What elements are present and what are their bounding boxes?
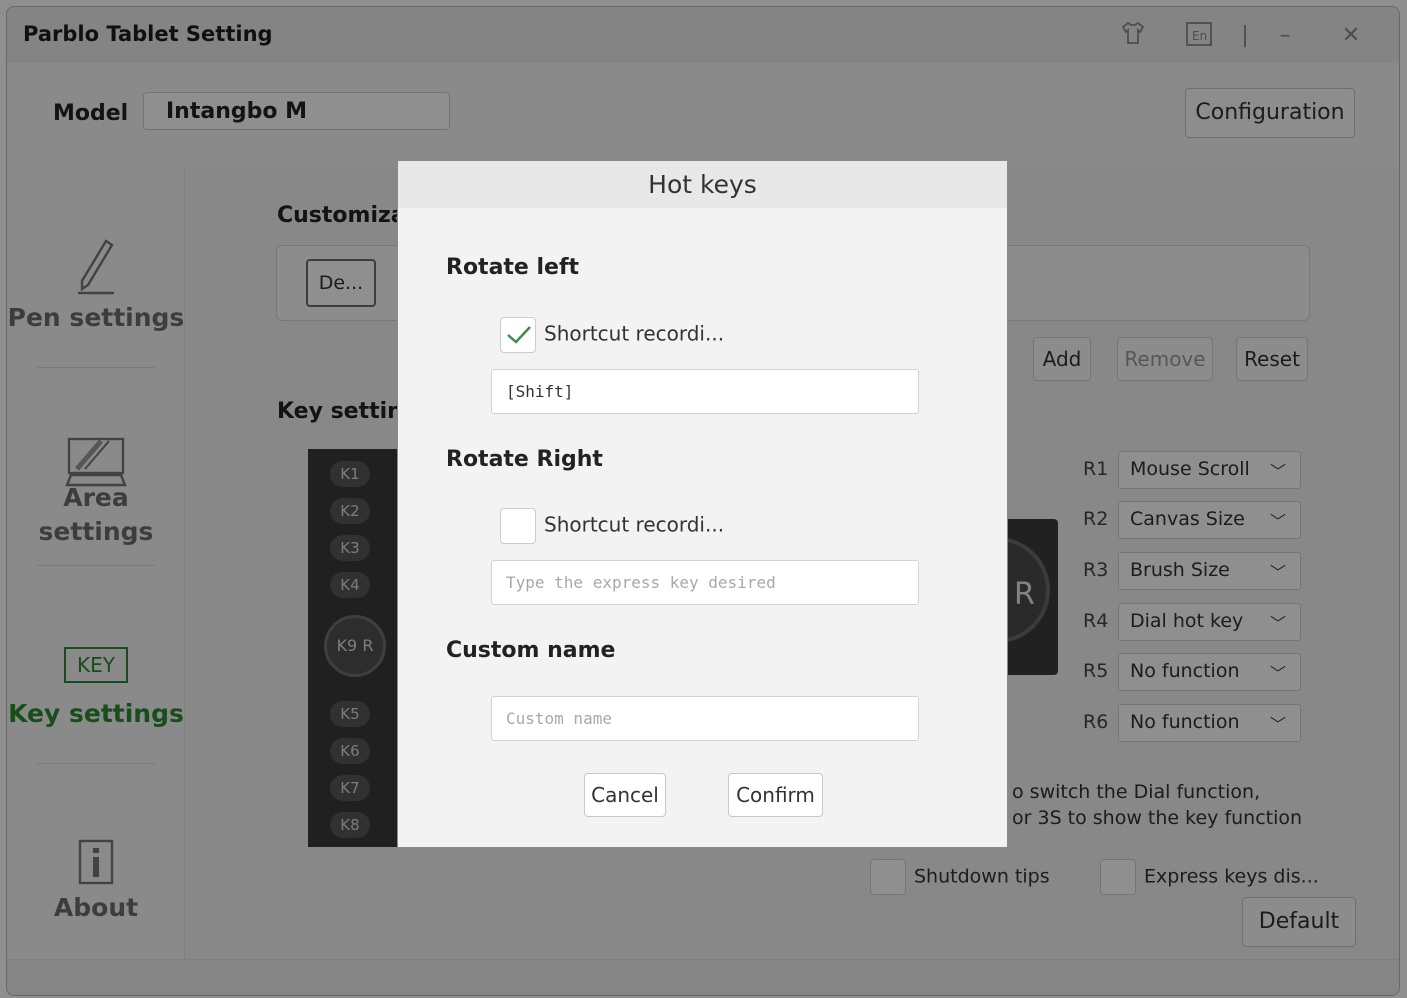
- rotate-right-shortcut-checkbox[interactable]: Shortcut recordi...: [500, 508, 724, 544]
- checkbox-box[interactable]: [500, 508, 536, 544]
- rotate-left-shortcut-input[interactable]: [Shift]: [491, 369, 919, 414]
- dialog-title: Hot keys: [398, 161, 1007, 208]
- checkmark-icon: [507, 326, 531, 344]
- cancel-button[interactable]: Cancel: [584, 773, 666, 817]
- checkbox-label: Shortcut recordi...: [544, 512, 725, 537]
- rotate-right-shortcut-input[interactable]: Type the express key desired: [491, 560, 919, 605]
- rotate-left-title: Rotate left: [446, 255, 580, 280]
- hot-keys-dialog: Hot keys Rotate left Shortcut recordi...…: [397, 160, 1008, 848]
- checkbox-box[interactable]: [500, 317, 536, 353]
- rotate-left-shortcut-checkbox[interactable]: Shortcut recordi...: [500, 317, 724, 353]
- checkbox-label: Shortcut recordi...: [544, 321, 725, 346]
- confirm-button[interactable]: Confirm: [728, 773, 823, 817]
- custom-name-input[interactable]: Custom name: [491, 696, 919, 741]
- custom-name-title: Custom name: [446, 638, 616, 663]
- rotate-right-title: Rotate Right: [446, 447, 603, 472]
